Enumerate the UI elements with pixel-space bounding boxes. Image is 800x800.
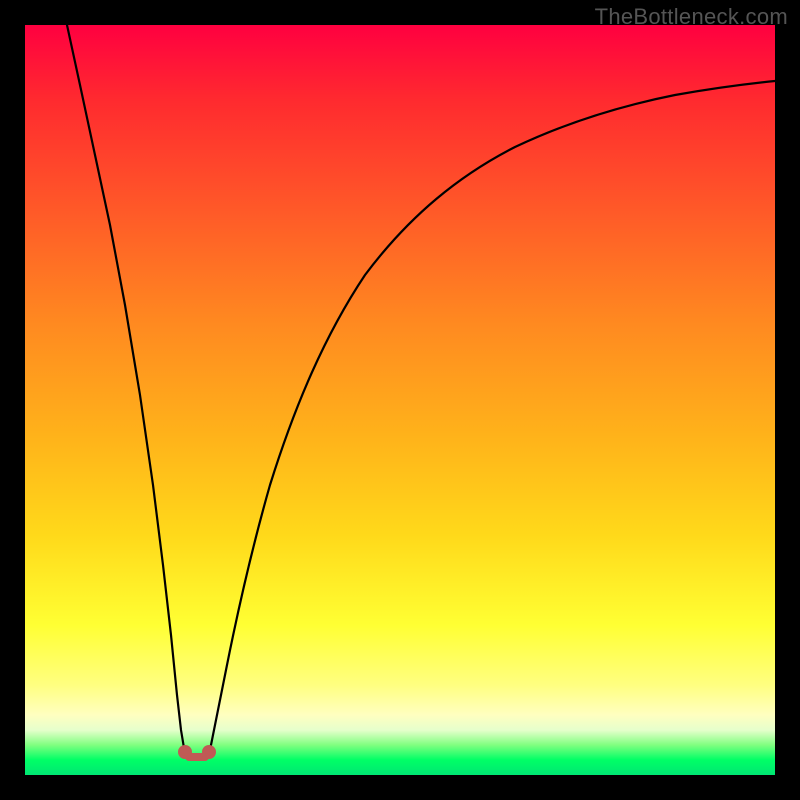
curve-left-branch bbox=[67, 25, 186, 755]
bottleneck-curve bbox=[25, 25, 775, 775]
optimal-marker-bridge bbox=[185, 753, 209, 761]
plot-area bbox=[25, 25, 775, 775]
curve-right-branch bbox=[209, 81, 775, 755]
chart-frame: TheBottleneck.com bbox=[0, 0, 800, 800]
